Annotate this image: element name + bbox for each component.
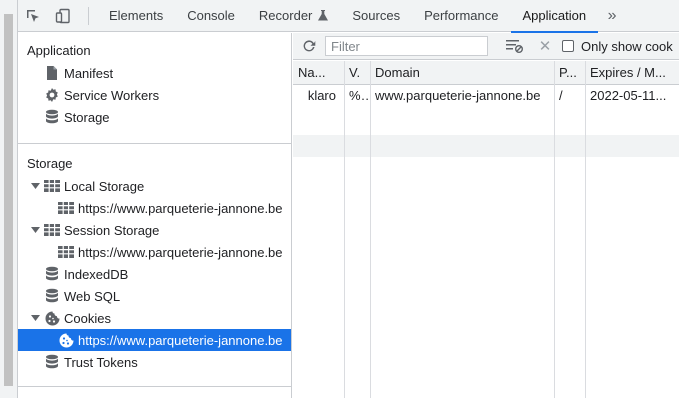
- cell-name[interactable]: klaro: [293, 85, 344, 107]
- expand-arrow-icon[interactable]: [30, 183, 40, 189]
- column-divider[interactable]: [585, 61, 586, 398]
- only-show-cookies-label: Only show cook: [581, 38, 673, 54]
- sidebar-item-storage[interactable]: Storage: [18, 106, 291, 128]
- sidebar-item-service-workers[interactable]: Service Workers: [18, 84, 291, 106]
- column-header-expires[interactable]: Expires / M...: [585, 62, 679, 84]
- expand-arrow-icon[interactable]: [30, 227, 40, 233]
- table-grid-icon: [58, 244, 74, 260]
- column-divider[interactable]: [554, 61, 555, 398]
- sidebar-item-web-sql[interactable]: Web SQL: [18, 285, 291, 307]
- only-show-cookies-checkbox[interactable]: Only show cook: [562, 39, 673, 54]
- cookies-table: Na... V. Domain P... Expires / M... klar…: [293, 61, 679, 398]
- gear-icon: [44, 87, 60, 103]
- sidebar-item-local-storage[interactable]: Local Storage: [18, 175, 291, 197]
- column-header-path[interactable]: P...: [554, 62, 585, 84]
- database-icon: [44, 109, 60, 125]
- sidebar-item-session-storage-origin[interactable]: https://www.parqueterie-jannone.be: [18, 241, 291, 263]
- cookie-icon: [44, 310, 60, 326]
- column-divider[interactable]: [344, 61, 345, 398]
- tab-performance[interactable]: Performance: [412, 0, 510, 32]
- table-grid-icon: [44, 178, 60, 194]
- sidebar-divider: [18, 143, 291, 144]
- cookies-panel: ✕ Only show cook Na... V. Domain P... Ex…: [293, 33, 679, 398]
- toolbar-divider: [88, 6, 89, 25]
- checkbox-box[interactable]: [562, 40, 574, 52]
- database-icon: [44, 354, 60, 370]
- tab-elements[interactable]: Elements: [97, 0, 175, 32]
- flask-icon: [318, 10, 329, 21]
- devtools-toolbar: Elements Console Recorder Sources Perfor…: [18, 0, 679, 33]
- cell-path[interactable]: /: [554, 85, 585, 107]
- device-toolbar-icon[interactable]: [48, 0, 78, 32]
- cookies-filter-bar: ✕ Only show cook: [293, 33, 679, 60]
- sidebar-item-local-storage-origin[interactable]: https://www.parqueterie-jannone.be: [18, 197, 291, 219]
- refresh-icon[interactable]: [293, 33, 325, 60]
- tab-sources[interactable]: Sources: [340, 0, 412, 32]
- more-tabs-icon[interactable]: »: [598, 0, 626, 32]
- column-divider[interactable]: [370, 61, 371, 398]
- table-grid-icon: [58, 200, 74, 216]
- filter-input[interactable]: [325, 36, 488, 56]
- column-header-name[interactable]: Na...: [293, 62, 344, 84]
- sidebar-item-indexeddb[interactable]: IndexedDB: [18, 263, 291, 285]
- tab-recorder[interactable]: Recorder: [247, 0, 340, 32]
- column-header-domain[interactable]: Domain: [370, 62, 554, 84]
- expand-arrow-icon[interactable]: [30, 315, 40, 321]
- delete-selected-icon[interactable]: ✕: [530, 33, 560, 60]
- cookie-icon: [58, 332, 74, 348]
- tab-application[interactable]: Application: [510, 0, 599, 33]
- database-icon: [44, 288, 60, 304]
- application-sidebar: Application Manifest Service Workers Sto…: [18, 33, 292, 398]
- cell-domain[interactable]: www.parqueterie-jannone.be: [370, 85, 554, 107]
- left-scrollbar[interactable]: [0, 0, 18, 398]
- inspect-element-icon[interactable]: [18, 0, 48, 32]
- sidebar-divider: [18, 386, 291, 387]
- sidebar-item-cookies[interactable]: Cookies: [18, 307, 291, 329]
- cell-expires[interactable]: 2022-05-11...: [585, 85, 679, 107]
- sidebar-item-manifest[interactable]: Manifest: [18, 62, 291, 84]
- column-header-value[interactable]: V.: [344, 62, 370, 84]
- sidebar-item-cookies-origin[interactable]: https://www.parqueterie-jannone.be: [18, 329, 291, 351]
- section-title-storage: Storage: [27, 156, 73, 171]
- section-title-application: Application: [27, 43, 91, 58]
- table-grid-icon: [44, 222, 60, 238]
- application-section: Application Manifest Service Workers Sto…: [18, 40, 291, 128]
- database-icon: [44, 266, 60, 282]
- tab-console[interactable]: Console: [175, 0, 247, 32]
- sidebar-item-session-storage[interactable]: Session Storage: [18, 219, 291, 241]
- clear-filtered-cookies-icon[interactable]: [500, 33, 530, 60]
- sidebar-item-trust-tokens[interactable]: Trust Tokens: [18, 351, 291, 373]
- storage-section: Storage Local Storage https://www.parque…: [18, 153, 291, 373]
- cell-value[interactable]: %...: [344, 85, 370, 107]
- file-icon: [44, 65, 60, 81]
- table-row-empty: [293, 135, 679, 157]
- scrollbar-thumb[interactable]: [4, 14, 13, 386]
